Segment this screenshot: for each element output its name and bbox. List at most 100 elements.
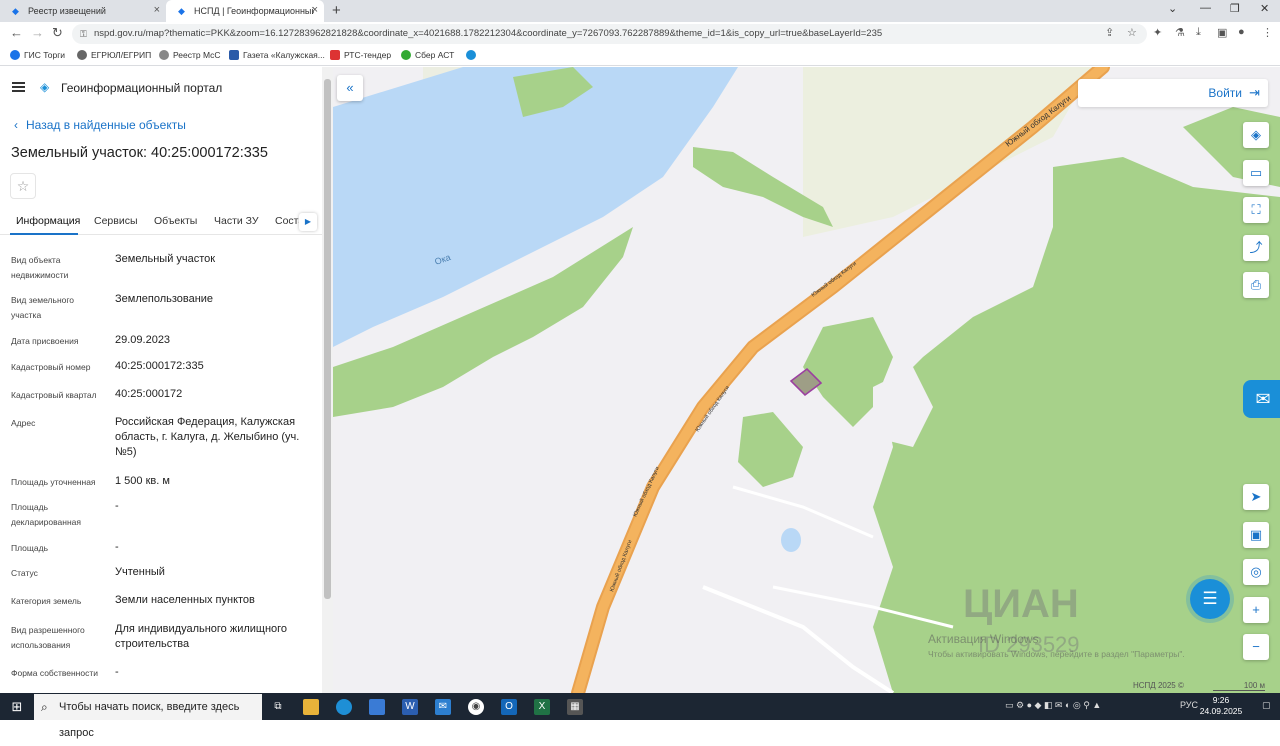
field-label: Площадь декларированная: [11, 502, 81, 527]
bookmark-item[interactable]: ГИС Торги: [10, 50, 65, 60]
feedback-tab-icon[interactable]: ✉: [1243, 380, 1280, 418]
taskbar-search[interactable]: ⌕ Чтобы начать поиск, введите здесь запр…: [34, 694, 262, 739]
zoom-out-button[interactable]: −: [1243, 634, 1269, 660]
extensions-icon[interactable]: ✦: [1153, 26, 1162, 39]
downloads-icon[interactable]: ⤓: [1196, 26, 1201, 39]
field-value: 40:25:000172: [115, 388, 183, 400]
locate-button[interactable]: ◎: [1243, 559, 1269, 585]
profile-icon[interactable]: ●: [1238, 26, 1245, 38]
field-label: Адрес: [11, 418, 36, 428]
browser-tab[interactable]: ◆ Реестр извещений ×: [0, 0, 166, 22]
favorite-star-icon[interactable]: ☆: [10, 173, 36, 199]
bookmark-item[interactable]: РТС-тендер: [330, 50, 391, 60]
extension-icon[interactable]: ⚗: [1175, 26, 1185, 39]
panel-scrollbar[interactable]: [322, 67, 333, 693]
minor-road: [732, 485, 874, 539]
search-icon: ⌕: [41, 700, 48, 714]
share-icon[interactable]: ⇪: [1105, 26, 1114, 39]
minimize-icon[interactable]: —: [1200, 2, 1211, 14]
bookmark-item[interactable]: Реестр МсС: [159, 50, 221, 60]
forward-icon[interactable]: →: [31, 25, 44, 40]
new-tab-icon[interactable]: +: [332, 2, 341, 19]
tab-search-icon[interactable]: ⌄: [1168, 2, 1177, 15]
portal-logo-icon: ◈: [40, 80, 50, 94]
chevron-left-icon: ‹: [14, 118, 18, 132]
field-label: Статус: [11, 568, 38, 578]
word-icon[interactable]: W: [402, 699, 418, 715]
close-window-icon[interactable]: ✕: [1260, 2, 1269, 15]
minimap-button[interactable]: ▣: [1243, 522, 1269, 548]
tab-title: НСПД | Геоинформационный п: [194, 6, 314, 16]
chrome-icon[interactable]: ◉: [468, 699, 484, 715]
tray-icons[interactable]: ▭ ⚙ ● ◆ ◧ ✉ ◐ ◎ ⚲ ▲: [1005, 700, 1101, 711]
task-view-icon[interactable]: ⧉: [270, 699, 286, 715]
field-value: 29.09.2023: [115, 334, 171, 346]
browser-tab-active[interactable]: ◆ НСПД | Геоинформационный п ×: [166, 0, 324, 22]
tab-information[interactable]: Информация: [16, 215, 80, 227]
tabs-scroll-right-icon[interactable]: ▶: [299, 213, 317, 231]
hamburger-menu-icon[interactable]: [12, 82, 25, 92]
search-placeholder: Чтобы начать поиск, введите здесь запрос: [59, 701, 240, 739]
page-title: Земельный участок: 40:25:000172:335: [11, 145, 268, 161]
tab-objects[interactable]: Объекты: [154, 215, 197, 227]
active-tab-indicator: [10, 233, 78, 235]
excel-icon[interactable]: X: [534, 699, 550, 715]
field-label: Вид разрешенного использования: [11, 625, 85, 650]
bookmark-star-icon[interactable]: ☆: [1127, 26, 1137, 39]
bookmark-item[interactable]: Газета «Калужская...: [229, 50, 325, 60]
tab-parts[interactable]: Части ЗУ: [214, 215, 259, 227]
layers-button[interactable]: ◈: [1243, 122, 1269, 148]
language-indicator[interactable]: РУС: [1180, 700, 1198, 710]
zoom-in-button[interactable]: +: [1243, 597, 1269, 623]
print-button[interactable]: ⎙: [1243, 272, 1269, 298]
field-value: -: [115, 500, 119, 512]
field-label: Кадастровый квартал: [11, 390, 97, 400]
back-link[interactable]: ‹ Назад в найденные объекты: [14, 118, 186, 132]
browser-tabstrip: ◆ Реестр извещений × ◆ НСПД | Геоинформа…: [0, 0, 1280, 22]
explorer-icon[interactable]: [303, 699, 319, 715]
bookmark-item[interactable]: Сбер АСТ: [401, 50, 454, 60]
info-panel: ◈ Геоинформационный портал ‹ Назад в найд…: [0, 67, 322, 693]
browser-toolbar: ← → ↻ ⚿ nspd.gov.ru/map?thematic=PKK&zoo…: [0, 22, 1280, 46]
close-tab-icon[interactable]: ×: [312, 4, 318, 16]
maximize-icon[interactable]: ❐: [1230, 2, 1240, 15]
address-bar[interactable]: ⚿ nspd.gov.ru/map?thematic=PKK&zoom=16.1…: [72, 24, 1147, 44]
mail-icon[interactable]: ✉: [435, 699, 451, 715]
login-button[interactable]: Войти ⇥: [1078, 79, 1268, 107]
windows-taskbar: ⊞ ⌕ Чтобы начать поиск, введите здесь за…: [0, 693, 1280, 739]
activation-title: Активация Windows: [928, 632, 1039, 646]
ruler-button[interactable]: ▭: [1243, 160, 1269, 186]
clock[interactable]: 9:26 24.09.2025: [1198, 695, 1244, 717]
field-label: Площадь уточненная: [11, 477, 96, 487]
select-area-button[interactable]: ⛶: [1243, 197, 1269, 223]
calculator-icon[interactable]: ▦: [567, 699, 583, 715]
scrollbar-thumb[interactable]: [324, 79, 331, 599]
share-button[interactable]: ⤴: [1243, 235, 1269, 261]
geolocate-button[interactable]: ➤: [1243, 484, 1269, 510]
close-tab-icon[interactable]: ×: [154, 4, 160, 16]
tab-title: Реестр извещений: [28, 6, 106, 16]
bookmark-item[interactable]: [466, 50, 480, 60]
reload-icon[interactable]: ↻: [52, 25, 63, 41]
windows-start-icon[interactable]: ⊞: [9, 699, 25, 715]
bookmark-icon: [10, 50, 20, 60]
notifications-icon[interactable]: ▢: [1262, 700, 1271, 711]
field-value: Земельный участок: [115, 253, 216, 265]
tab-services[interactable]: Сервисы: [94, 215, 138, 227]
outlook-icon[interactable]: O: [501, 699, 517, 715]
map-svg: Ока Южный обход Калуги Южный обход Калуг…: [333, 67, 1280, 693]
map-canvas[interactable]: Ока Южный обход Калуги Южный обход Калуг…: [333, 67, 1280, 693]
activation-text: Чтобы активировать Windows, перейдите в …: [928, 649, 1185, 659]
sidepanel-icon[interactable]: ▣: [1217, 26, 1227, 39]
chat-button[interactable]: ☰: [1190, 579, 1230, 619]
menu-icon[interactable]: ⋮: [1262, 26, 1273, 39]
back-icon[interactable]: ←: [10, 25, 23, 40]
field-value: 40:25:000172:335: [115, 360, 204, 372]
edge-icon[interactable]: [336, 699, 352, 715]
bookmark-item[interactable]: ЕГРЮЛ/ЕГРИП: [77, 50, 151, 60]
nspd-icon: ◆: [178, 6, 185, 16]
watermark-cian: ЦИАН: [963, 582, 1079, 626]
field-value: -: [115, 666, 119, 678]
collapse-panel-button[interactable]: «: [337, 75, 363, 101]
store-icon[interactable]: [369, 699, 385, 715]
